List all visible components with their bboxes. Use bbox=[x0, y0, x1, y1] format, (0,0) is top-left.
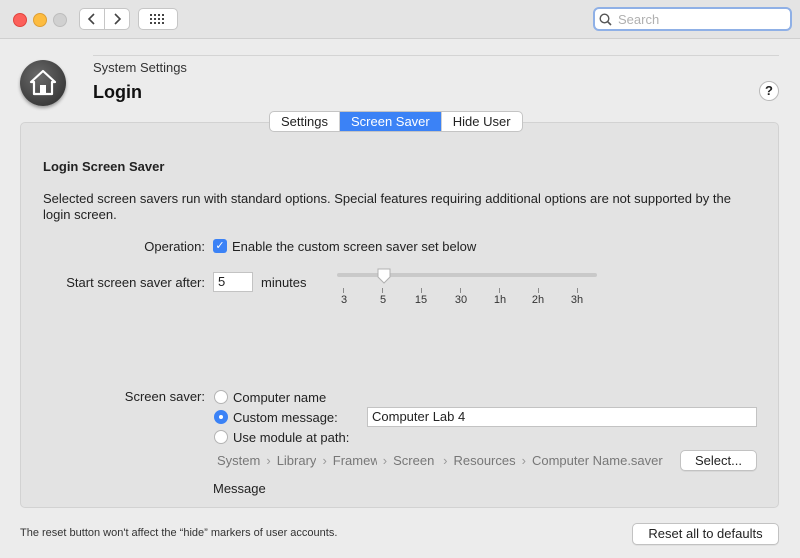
chevron-left-icon bbox=[87, 13, 95, 25]
reset-all-button[interactable]: Reset all to defaults bbox=[632, 523, 779, 545]
section-title: Login Screen Saver bbox=[43, 159, 165, 174]
radio-custom-message-label[interactable]: Custom message: bbox=[233, 410, 338, 425]
enable-custom-screensaver-label[interactable]: Enable the custom screen saver set below bbox=[232, 239, 476, 254]
custom-message-input[interactable]: Computer Lab 4 bbox=[367, 407, 757, 427]
path-separator-icon: › bbox=[322, 453, 327, 468]
operation-label: Operation: bbox=[144, 239, 205, 254]
slider-tick-label: 3 bbox=[340, 294, 348, 306]
path-segment: Framew bbox=[332, 453, 377, 468]
minimize-window-button[interactable] bbox=[33, 13, 47, 27]
path-segment: Computer Name.saver bbox=[531, 453, 663, 468]
slider-tick bbox=[499, 288, 500, 293]
radio-use-module[interactable] bbox=[214, 430, 228, 444]
path-separator-icon: › bbox=[266, 453, 271, 468]
slider-tick bbox=[577, 288, 578, 293]
slider-tick-label: 2h bbox=[531, 294, 545, 306]
enable-custom-screensaver-checkbox[interactable]: ✓ bbox=[213, 239, 227, 253]
tab-screen-saver[interactable]: Screen Saver bbox=[339, 112, 442, 131]
forward-button[interactable] bbox=[104, 8, 130, 30]
tab-hide-user[interactable]: Hide User bbox=[442, 112, 522, 131]
slider-tick-label: 30 bbox=[454, 294, 468, 306]
path-segment: Library bbox=[276, 453, 317, 468]
select-module-button[interactable]: Select... bbox=[680, 450, 757, 471]
page-title: Login bbox=[93, 82, 142, 102]
help-button[interactable]: ? bbox=[759, 81, 779, 101]
login-home-icon bbox=[20, 60, 66, 106]
start-after-label: Start screen saver after: bbox=[66, 275, 205, 290]
slider-tick bbox=[538, 288, 539, 293]
settings-panel bbox=[20, 122, 779, 508]
back-button[interactable] bbox=[79, 8, 105, 30]
slider-knob[interactable] bbox=[377, 268, 391, 284]
path-segment: Resources bbox=[453, 453, 516, 468]
message-label: Message bbox=[213, 481, 266, 496]
reset-footnote: The reset button won't affect the “hide”… bbox=[20, 527, 338, 539]
slider-tick bbox=[421, 288, 422, 293]
slider-tick-label: 3h bbox=[570, 294, 584, 306]
slider-tick-label: 5 bbox=[379, 294, 387, 306]
path-separator-icon: › bbox=[443, 453, 448, 468]
radio-custom-message[interactable] bbox=[214, 410, 228, 424]
tab-settings[interactable]: Settings bbox=[270, 112, 340, 131]
minutes-label: minutes bbox=[261, 275, 307, 290]
radio-use-module-label[interactable]: Use module at path: bbox=[233, 430, 349, 445]
screen-saver-label: Screen saver: bbox=[124, 389, 205, 404]
module-path-control[interactable]: System › Library › Framew › Screen › Resources › C… bbox=[217, 453, 663, 468]
path-separator-icon: › bbox=[521, 453, 526, 468]
start-after-slider-track[interactable] bbox=[337, 273, 597, 277]
start-after-input[interactable]: 5 bbox=[213, 272, 253, 292]
search-field[interactable] bbox=[593, 7, 792, 31]
close-window-button[interactable] bbox=[13, 13, 27, 27]
breadcrumb: System Settings bbox=[93, 60, 187, 75]
header-divider bbox=[93, 55, 779, 56]
radio-computer-name[interactable] bbox=[214, 390, 228, 404]
show-all-button[interactable] bbox=[138, 8, 178, 30]
slider-tick bbox=[460, 288, 461, 293]
path-segment: System bbox=[217, 453, 261, 468]
radio-computer-name-label[interactable]: Computer name bbox=[233, 390, 326, 405]
search-icon bbox=[599, 12, 612, 26]
slider-tick-label: 1h bbox=[493, 294, 507, 306]
slider-tick bbox=[343, 288, 344, 293]
zoom-window-button[interactable] bbox=[53, 13, 67, 27]
path-segment: Screen bbox=[393, 453, 435, 468]
slider-tick bbox=[382, 288, 383, 293]
search-input[interactable] bbox=[616, 10, 780, 28]
grid-icon bbox=[150, 14, 164, 24]
section-description: Selected screen savers run with standard… bbox=[43, 191, 731, 222]
title-bar bbox=[0, 0, 800, 39]
slider-tick-label: 15 bbox=[414, 294, 428, 306]
path-separator-icon: › bbox=[382, 453, 388, 468]
chevron-right-icon bbox=[114, 13, 122, 25]
tab-bar: Settings Screen Saver Hide User bbox=[269, 111, 523, 132]
